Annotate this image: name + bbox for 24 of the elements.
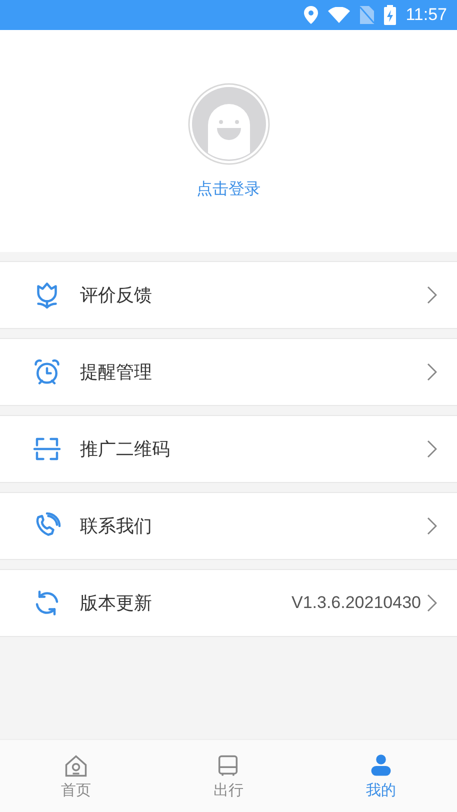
chevron-right-icon (427, 594, 437, 612)
menu-item[interactable]: 提醒管理 (0, 338, 457, 406)
menu-label: 联系我们 (80, 515, 153, 538)
menu-item[interactable]: 版本更新 V1.3.6.20210430 (0, 569, 457, 637)
avatar-icon[interactable] (188, 82, 270, 164)
menu-item[interactable]: 评价反馈 (0, 261, 457, 329)
menu-label: 版本更新 (80, 592, 153, 615)
chevron-right-icon (427, 517, 437, 535)
menu-label: 推广二维码 (80, 438, 171, 461)
chevron-right-icon (427, 440, 437, 458)
chevron-right-icon (427, 363, 437, 381)
no-sim-icon (360, 6, 374, 24)
menu-item[interactable]: 联系我们 (0, 492, 457, 560)
wifi-icon (328, 7, 350, 23)
menu-label: 评价反馈 (80, 284, 153, 307)
chevron-right-icon (427, 286, 437, 304)
location-icon (304, 6, 318, 24)
clock-time: 11:57 (406, 5, 447, 25)
battery-charging-icon (384, 5, 396, 25)
home-icon (63, 752, 90, 778)
menu-item[interactable]: 推广二维码 (0, 415, 457, 483)
version-number: V1.3.6.20210430 (291, 593, 421, 613)
menu-label: 提醒管理 (80, 361, 153, 384)
alarm-clock-icon (32, 357, 62, 387)
